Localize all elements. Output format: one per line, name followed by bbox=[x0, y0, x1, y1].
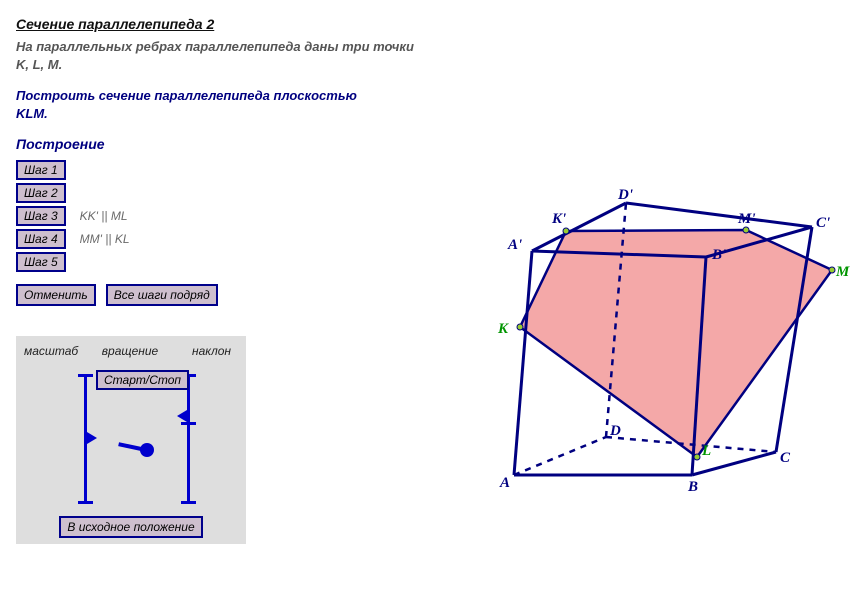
step-4-note: MM' || KL bbox=[80, 232, 130, 246]
label-Cp: C' bbox=[816, 215, 830, 231]
label-Bp: B' bbox=[711, 247, 726, 263]
tilt-label: наклон bbox=[176, 344, 231, 358]
label-K: K bbox=[497, 321, 509, 337]
label-L: L bbox=[701, 443, 711, 459]
cancel-button[interactable]: Отменить bbox=[16, 284, 96, 306]
label-A: A bbox=[499, 475, 510, 491]
label-Kp: K' bbox=[551, 211, 566, 227]
label-B: B bbox=[687, 479, 698, 495]
label-Ap: A' bbox=[507, 237, 522, 253]
step-3-button[interactable]: Шаг 3 bbox=[16, 206, 66, 226]
step-2-button[interactable]: Шаг 2 bbox=[16, 183, 66, 203]
given-text: На параллельных ребрах параллелепипеда д… bbox=[16, 38, 416, 73]
rotation-label: вращение bbox=[90, 344, 170, 358]
step-3-note: KK' || ML bbox=[80, 209, 128, 223]
control-panel: масштаб вращение наклон Старт/Стоп bbox=[16, 336, 246, 544]
label-M: M bbox=[835, 264, 850, 280]
rotation-knob[interactable] bbox=[118, 430, 168, 470]
task-text: Построить сечение параллелепипеда плоско… bbox=[16, 87, 376, 122]
label-D: D bbox=[609, 423, 621, 439]
reset-button[interactable]: В исходное положение bbox=[59, 516, 202, 538]
step-4-button[interactable]: Шаг 4 bbox=[16, 229, 66, 249]
all-steps-button[interactable]: Все шаги подряд bbox=[106, 284, 218, 306]
label-Dp: D' bbox=[617, 187, 633, 203]
page-title: Сечение параллелепипеда 2 bbox=[16, 16, 848, 32]
label-C: C bbox=[780, 450, 791, 466]
step-1-button[interactable]: Шаг 1 bbox=[16, 160, 66, 180]
section-heading: Построение bbox=[16, 136, 848, 152]
section-polygon bbox=[520, 230, 832, 457]
step-5-button[interactable]: Шаг 5 bbox=[16, 252, 66, 272]
geometry-figure: A B C D A' B' C' D' K K' L M M' bbox=[444, 175, 854, 505]
start-stop-button[interactable]: Старт/Стоп bbox=[96, 370, 189, 390]
scale-label: масштаб bbox=[24, 344, 84, 358]
label-Mp: M' bbox=[737, 211, 756, 227]
scale-slider[interactable] bbox=[84, 374, 87, 504]
